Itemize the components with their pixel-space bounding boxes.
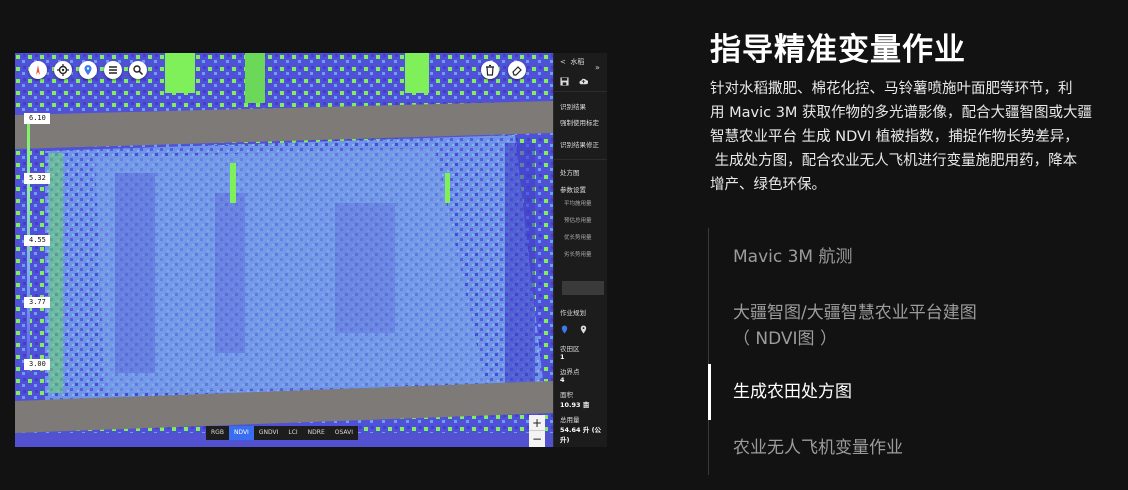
active-step-indicator — [708, 364, 711, 420]
prescription-map[interactable]: 处方图 — [554, 159, 607, 181]
ndvi-map-image — [15, 53, 553, 447]
description: 针对水稻撒肥、棉花化控、马铃薯喷施叶面肥等环节，利 用 Mavic 3M 获取作… — [710, 77, 1110, 197]
description-line: 生成处方图，配合农业无人飞机进行变量施肥用药，降本 — [710, 153, 1078, 169]
boundary-value: 4 — [560, 376, 565, 384]
step-prescription-map[interactable]: 生成农田处方图 — [733, 379, 852, 405]
locate-icon[interactable] — [54, 61, 72, 79]
step-label: 大疆智图/大疆智慧农业平台建图 — [733, 303, 977, 323]
save-icon[interactable] — [560, 76, 569, 86]
step-label: 生成农田处方图 — [733, 382, 852, 402]
zoom-control: + − — [529, 415, 545, 447]
area-label: 面积 — [560, 391, 573, 399]
crop-name: 水稻 — [570, 58, 585, 66]
param-settings[interactable]: 参数设置 — [554, 181, 607, 199]
zoom-in-button[interactable]: + — [529, 415, 545, 431]
band-tab-rgb[interactable]: RGB — [206, 426, 229, 440]
band-tab-gndvi[interactable]: GNDVI — [254, 426, 284, 440]
total-label: 总用量 — [560, 416, 580, 424]
step-label: 农业无人飞机变量作业 — [733, 438, 903, 458]
sidebar-actions — [554, 71, 607, 91]
param-row: 劣长势用量 — [564, 252, 592, 258]
ndvi-legend-scale: 6.10 5.32 4.55 3.77 3.00 — [24, 113, 50, 373]
description-line: 用 Mavic 3M 获取作物的多光谱影像，配合大疆智图或大疆 — [710, 105, 1093, 121]
band-tab-ndvi[interactable]: NDVI — [228, 426, 254, 440]
trash-icon[interactable] — [481, 61, 499, 79]
area-value: 10.93 亩 — [560, 401, 590, 409]
band-switcher: RGB NDVI GNDVI LCI NDRE OSAVI — [206, 426, 358, 440]
page-title: 指导精准变量作业 — [710, 32, 966, 68]
step-sublabel: （ NDVI图 ） — [733, 329, 837, 349]
step-label: Mavic 3M 航测 — [733, 247, 853, 267]
scale-tick: 5.32 — [24, 173, 50, 184]
recognition-results[interactable]: 识别结果 — [554, 91, 607, 117]
result-correction[interactable]: 识别结果修正 — [554, 139, 607, 159]
back-button[interactable]: < — [560, 58, 566, 66]
apply-button[interactable] — [562, 281, 604, 295]
param-row: 预估总用量 — [564, 218, 592, 224]
total-value: 54.64 升 (公升) — [560, 426, 602, 444]
workflow-steps: Mavic 3M 航测 大疆智图/大疆智慧农业平台建图 （ NDVI图 ） 生成… — [708, 228, 1108, 475]
force-calibration[interactable]: 强制使用标定 — [554, 117, 607, 139]
compass-icon[interactable] — [29, 61, 47, 79]
map-pin-icon[interactable] — [560, 324, 569, 334]
upload-cloud-icon[interactable] — [579, 77, 588, 86]
description-line: 智慧农业平台 生成 NDVI 植被指数，捕捉作物长势差异， — [710, 129, 1079, 145]
param-row: 优长势用量 — [564, 235, 592, 241]
map-pin-icon[interactable] — [79, 61, 97, 79]
step-ndvi-mapping[interactable]: 大疆智图/大疆智慧农业平台建图 （ NDVI图 ） — [733, 300, 977, 352]
zoom-out-button[interactable]: − — [529, 431, 545, 447]
step-aerial-survey[interactable]: Mavic 3M 航测 — [733, 244, 853, 270]
pin-add-icon[interactable] — [579, 324, 588, 334]
scale-tick: 3.77 — [24, 297, 50, 308]
step-variable-operation[interactable]: 农业无人飞机变量作业 — [733, 435, 903, 461]
job-planning[interactable]: 作业规划 — [554, 307, 607, 321]
boundary-label: 边界点 — [560, 368, 580, 376]
scale-tick: 6.10 — [24, 113, 50, 124]
scale-tick: 4.55 — [24, 235, 50, 246]
param-row: 平均施用量 — [564, 201, 592, 207]
planning-actions — [554, 321, 607, 337]
field-label: 农田区 — [560, 345, 580, 353]
app-screenshot: 6.10 5.32 4.55 3.77 3.00 RGB NDVI GNDVI … — [15, 53, 607, 447]
list-icon[interactable] — [104, 61, 122, 79]
eraser-icon[interactable] — [508, 61, 526, 79]
ndvi-map[interactable]: 6.10 5.32 4.55 3.77 3.00 RGB NDVI GNDVI … — [15, 53, 553, 447]
expand-sidebar-button[interactable]: » — [595, 63, 600, 72]
search-icon[interactable] — [129, 61, 147, 79]
scale-tick: 3.00 — [24, 359, 50, 370]
description-line: 针对水稻撒肥、棉花化控、马铃薯喷施叶面肥等环节，利 — [710, 81, 1073, 97]
band-tab-ndre[interactable]: NDRE — [303, 426, 330, 440]
field-value: 1 — [560, 353, 565, 361]
description-line: 增产、绿色环保。 — [710, 177, 826, 193]
app-sidebar: < 水稻 识别结果 强制使用标定 识别结果修正 处方图 参数设置 平均施用量 预… — [553, 53, 607, 447]
band-tab-osavi[interactable]: OSAVI — [330, 426, 358, 440]
band-tab-lci[interactable]: LCI — [283, 426, 302, 440]
